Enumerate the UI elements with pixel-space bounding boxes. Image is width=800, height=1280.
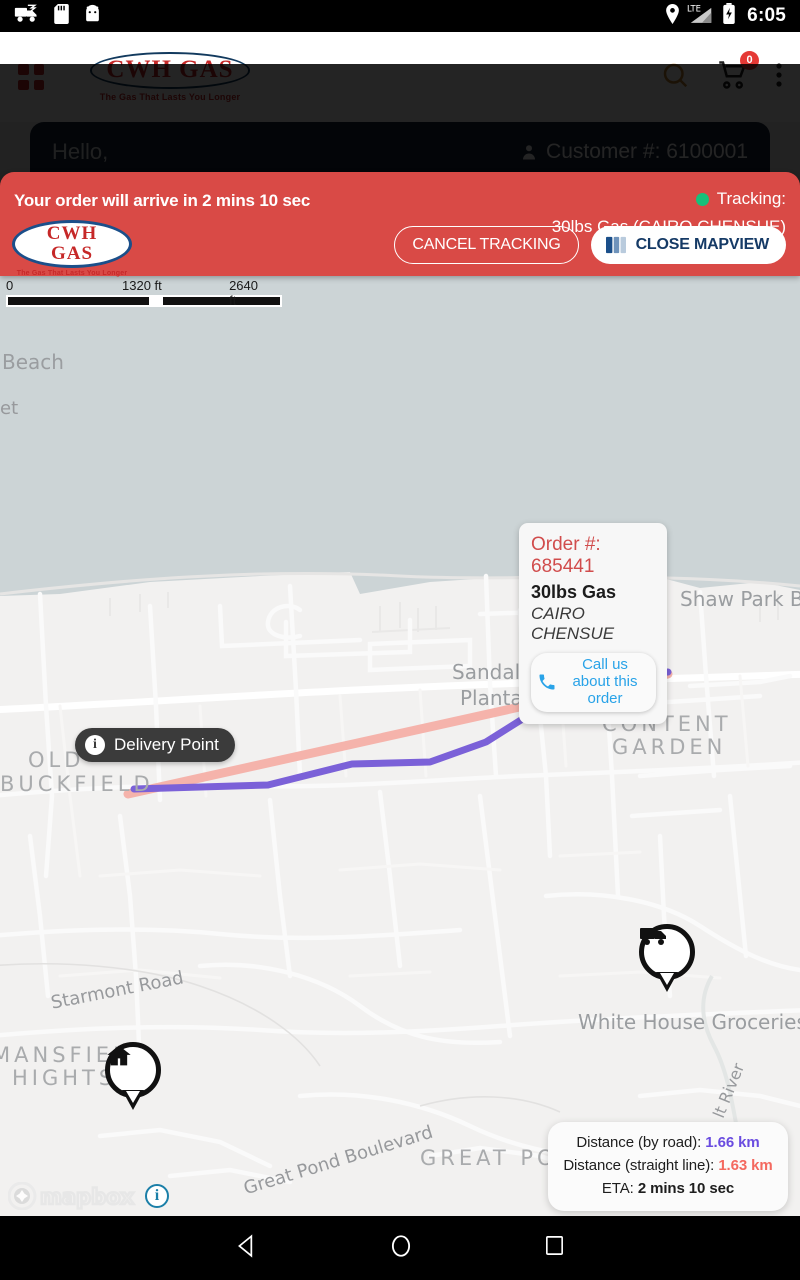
mapbox-logo[interactable]: mapbox [8, 1182, 136, 1210]
order-number: Order #: 685441 [531, 534, 601, 577]
scale-end: 2640 ft [229, 278, 258, 308]
scale-start: 0 [6, 278, 14, 293]
recents-icon[interactable] [543, 1234, 566, 1262]
mapbox-wordmark-icon: mapbox [8, 1182, 136, 1210]
banner-brand-tagline: The Gas That Lasts You Longer [16, 269, 128, 277]
eta-value: 2 mins 10 sec [637, 1180, 735, 1197]
home-icon [107, 1045, 131, 1066]
delivery-point-tooltip[interactable]: i Delivery Point [75, 728, 235, 762]
tracking-banner: Your order will arrive in 2 mins 10 sec … [0, 172, 800, 277]
order-customer: CAIRO CHENSUE [531, 604, 615, 643]
distance-road-value: 1.66 km [705, 1134, 760, 1151]
lte-signal-icon: LTE [687, 3, 715, 29]
status-bar: LTE 6:05 [0, 0, 800, 32]
home-icon[interactable] [388, 1233, 414, 1264]
mapbox-attribution: mapbox i [8, 1182, 169, 1210]
truck-icon [14, 4, 40, 29]
truck-icon [640, 928, 666, 945]
call-about-order-label: Call us about this order [572, 656, 638, 707]
distance-road-label: Distance (by road): [576, 1134, 702, 1151]
tracking-label: Tracking: [716, 189, 786, 208]
scale-middle: 1320 ft [122, 278, 162, 293]
svg-text:LTE: LTE [687, 4, 701, 14]
status-bar-clock: 6:05 [747, 5, 786, 26]
close-mapview-label: CLOSE MAPVIEW [635, 236, 770, 253]
banner-buttons: CANCEL TRACKING CLOSE MAPVIEW [394, 226, 786, 264]
location-pin-icon [665, 3, 680, 29]
sd-card-icon [54, 3, 69, 29]
distance-straight-row: Distance (straight line): 1.63 km [558, 1157, 778, 1174]
distance-info-card: Distance (by road): 1.66 km Distance (st… [548, 1122, 788, 1211]
close-mapview-button[interactable]: CLOSE MAPVIEW [590, 226, 786, 264]
phone-icon [539, 674, 555, 690]
eta-label: ETA: [601, 1180, 634, 1197]
order-popup-card[interactable]: Order #: 685441 30lbs Gas CAIRO CHENSUE … [519, 523, 667, 725]
delivery-point-marker[interactable] [105, 1042, 161, 1110]
distance-straight-value: 1.63 km [718, 1157, 773, 1174]
svg-text:mapbox: mapbox [40, 1185, 135, 1209]
banner-brand-name: CWH GAS [46, 223, 98, 264]
order-item: 30lbs Gas [531, 582, 617, 602]
banner-brand-logo: CWH GAS The Gas That Lasts You Longer [12, 220, 132, 277]
info-icon: i [85, 735, 105, 755]
distance-road-row: Distance (by road): 1.66 km [558, 1134, 778, 1151]
banner-eta-text: Your order will arrive in 2 mins 10 sec [14, 191, 311, 210]
delivery-point-label: Delivery Point [114, 735, 219, 754]
mapbox-info-icon[interactable]: i [145, 1184, 169, 1208]
distance-straight-label: Distance (straight line): [563, 1157, 715, 1174]
map-scale-bar: 0 1320 ft 2640 ft [6, 278, 282, 308]
android-icon [83, 4, 102, 29]
battery-charging-icon [722, 3, 736, 29]
cancel-tracking-button[interactable]: CANCEL TRACKING [394, 226, 579, 264]
eta-row: ETA: 2 mins 10 sec [558, 1180, 778, 1197]
call-about-order-button[interactable]: Call us about this order [531, 653, 656, 713]
tracking-status-dot [695, 192, 709, 206]
map-fold-icon [605, 236, 626, 254]
tracking-status: Tracking: [695, 189, 786, 209]
back-icon[interactable] [234, 1233, 260, 1264]
driver-marker[interactable] [639, 924, 695, 992]
android-nav-bar [0, 1216, 800, 1280]
